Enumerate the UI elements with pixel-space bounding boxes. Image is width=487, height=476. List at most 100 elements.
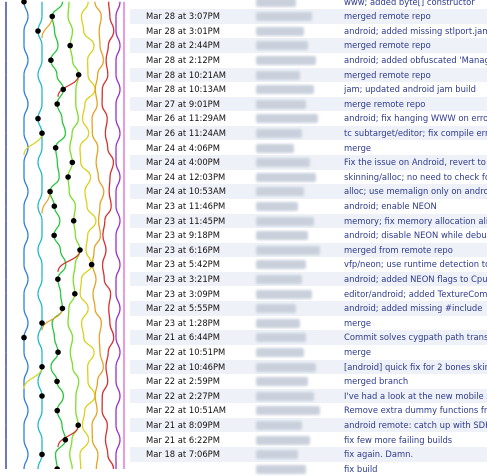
commit-message-link[interactable]: memory; fix memory allocation alig [344, 214, 487, 229]
commit-message-link[interactable]: www; added byte[] constructor [344, 0, 475, 9]
branch-line [92, 440, 98, 455]
commit-author-redacted [256, 392, 314, 401]
commit-message-link[interactable]: merge remote repo [344, 97, 425, 112]
commit-row[interactable]: Mar 23 at 6:16PMmerged from remote repo [130, 243, 487, 258]
commit-row[interactable]: Mar 26 at 11:24AMtc subtarget/editor; fi… [130, 126, 487, 141]
branch-line [116, 75, 120, 90]
commit-message-link[interactable]: [android] quick fix for 2 bones skin [344, 360, 487, 375]
branch-line [95, 89, 97, 104]
commit-message-link[interactable]: editor/android; added TextureComp [344, 287, 487, 302]
commit-message-link[interactable]: android; added obfuscated 'Manag [344, 53, 487, 68]
branch-line [24, 411, 28, 426]
commit-message-link[interactable]: tc subtarget/editor; fix compile err [344, 126, 487, 141]
commit-date: Mar 24 at 10:53AM [146, 184, 226, 199]
commit-message-link[interactable]: android; fix hanging WWW on erro [344, 111, 487, 126]
branch-line [116, 31, 120, 46]
branch-line [110, 16, 114, 31]
commit-message-link[interactable]: merged branch [344, 374, 408, 389]
commit-date: Mar 26 at 11:29AM [146, 111, 226, 126]
branch-line [106, 46, 108, 61]
branch-line [80, 148, 81, 163]
branch-line [24, 60, 28, 75]
commit-row[interactable]: Mar 22 at 5:55PMandroid; added missing #… [130, 301, 487, 316]
commit-message-link[interactable]: vfp/neon; use runtime detection to [344, 257, 487, 272]
commit-message-link[interactable]: android; added missing stlport.jam [344, 24, 487, 39]
branch-line [116, 162, 120, 177]
commit-row[interactable]: Mar 28 at 10:13AMjam; updated android ja… [130, 82, 487, 97]
commit-message-link[interactable]: fix few more failing builds [344, 433, 452, 448]
commit-row[interactable]: Mar 23 at 1:28PMmerge [130, 316, 487, 331]
commit-message-link[interactable]: android; enable NEON [344, 199, 437, 214]
commit-row[interactable]: Mar 22 at 10:51PMmerge [130, 345, 487, 360]
branch-line [108, 148, 114, 163]
commit-row[interactable]: Mar 23 at 3:09PMeditor/android; added Te… [130, 287, 487, 302]
commit-message-link[interactable]: Fix the issue on Android, revert to [344, 155, 486, 170]
commit-message-link[interactable]: skinning/alloc; no need to check fo [344, 170, 487, 185]
commit-message-link[interactable]: merged from remote repo [344, 243, 453, 258]
branch-line [109, 192, 111, 207]
branch-line [24, 396, 28, 411]
branch-line [70, 338, 72, 353]
branch-line [85, 396, 95, 411]
commit-message-link[interactable]: android; added NEON flags to Cpu [344, 272, 487, 287]
commit-row[interactable]: Mar 18 at 7:06PM fix again. Damn. [130, 447, 487, 462]
commit-row[interactable]: Mar 27 at 9:01PMmerge remote repo [130, 97, 487, 112]
commit-message-link[interactable]: Remove extra dummy functions fro [344, 403, 487, 418]
commit-row[interactable]: Mar 28 at 3:01PMandroid; added missing s… [130, 24, 487, 39]
commit-message-link[interactable]: merge [344, 141, 371, 156]
commit-row[interactable]: Mar 24 at 10:53AM alloc; use memalign onl… [130, 184, 487, 199]
branch-line [24, 177, 28, 192]
commit-message-link[interactable]: alloc; use memalign only on androi [344, 184, 487, 199]
commit-message-link[interactable]: fix again. Damn. [344, 447, 413, 462]
commit-row[interactable]: Mar 26 at 11:29AM android; fix hanging WW… [130, 111, 487, 126]
commit-message-link[interactable]: I've had a look at the new mobile s [344, 389, 487, 404]
commit-row[interactable]: Mar 28 at 2:44PMmerged remote repo [130, 38, 487, 53]
commit-date: Mar 23 at 5:42PM [146, 257, 220, 272]
branch-line [116, 440, 120, 455]
commit-row[interactable]: Mar 21 at 8:09PMandroid remote: catch up… [130, 418, 487, 433]
commit-row[interactable]: Mar 22 at 10:51AMRemove extra dummy func… [130, 403, 487, 418]
commit-row[interactable]: Mar 24 at 12:03PMskinning/alloc; no need… [130, 170, 487, 185]
branch-line [38, 279, 42, 294]
commit-date: Mar 18 at 7:06PM [146, 447, 220, 462]
commit-row[interactable]: Mar 24 at 4:06PMmerge [130, 141, 487, 156]
commit-row[interactable]: Mar 21 at 6:44PMCommit solves cygpath pa… [130, 330, 487, 345]
commit-message-link[interactable]: merged remote repo [344, 38, 431, 53]
commit-row[interactable]: Mar 23 at 11:46PMandroid; enable NEON [130, 199, 487, 214]
commit-row[interactable]: Mar 24 at 4:00PMFix the issue on Android… [130, 155, 487, 170]
commit-message-link[interactable]: android; disable NEON while debug [344, 228, 487, 243]
branch-line [116, 206, 120, 221]
commit-message-link[interactable]: Commit solves cygpath path trans [344, 330, 487, 345]
branch-line [38, 192, 42, 207]
commit-author-redacted [256, 173, 316, 182]
branch-line [95, 381, 97, 396]
commit-row[interactable]: Mar 22 at 2:59PM merged branch [130, 374, 487, 389]
commit-message-link[interactable]: merged remote repo [344, 9, 431, 24]
commit-row[interactable]: Mar 23 at 9:18PMandroid; disable NEON wh… [130, 228, 487, 243]
commit-message-link[interactable]: merged remote repo [344, 68, 431, 83]
commit-message-link[interactable]: android; added missing #include [344, 301, 482, 316]
commit-row[interactable]: Mar 23 at 5:42PM vfp/neon; use runtime de… [130, 257, 487, 272]
commit-row[interactable]: www; added byte[] constructor [130, 0, 487, 9]
branch-line [98, 177, 103, 192]
commit-row[interactable]: Mar 23 at 3:21PMandroid; added NEON flag… [130, 272, 487, 287]
commit-row[interactable]: Mar 21 at 6:22PMfix few more failing bui… [130, 433, 487, 448]
branch-line [24, 133, 42, 155]
commit-author-redacted [256, 187, 304, 196]
commit-row[interactable]: Mar 22 at 2:27PMI've had a look at the n… [130, 389, 487, 404]
commit-message-link[interactable]: merge [344, 345, 371, 360]
commit-date: Mar 22 at 2:59PM [146, 374, 220, 389]
commit-message-link[interactable]: android remote: catch up with SDK [344, 418, 487, 433]
commit-row[interactable]: Mar 23 at 11:45PMmemory; fix memory allo… [130, 214, 487, 229]
commit-row[interactable]: Mar 28 at 3:07PMmerged remote repo [130, 9, 487, 24]
commit-message-link[interactable]: jam; updated android jam build [344, 82, 476, 97]
branch-line [109, 2, 110, 17]
commit-row[interactable]: Mar 28 at 2:12PMandroid; added obfuscate… [130, 53, 487, 68]
commit-message-link[interactable]: merge [344, 316, 371, 331]
commit-author-redacted [256, 100, 306, 109]
commit-author-redacted [256, 158, 310, 167]
branch-line [24, 265, 28, 280]
branch-line [95, 2, 101, 17]
commit-row[interactable]: Mar 28 at 10:21AMmerged remote repo [130, 68, 487, 83]
commit-row[interactable]: Mar 22 at 10:46PM[android] quick fix for… [130, 360, 487, 375]
